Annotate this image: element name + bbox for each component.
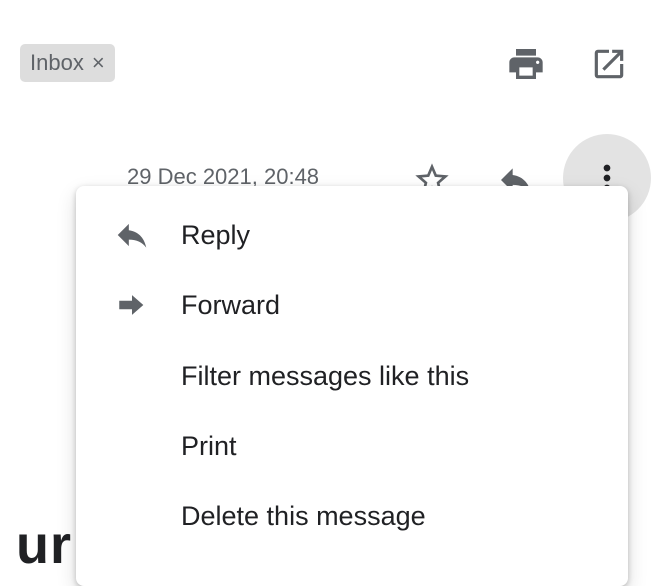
label-chip-inbox[interactable]: Inbox ×	[20, 44, 115, 82]
open-in-new-window-button[interactable]	[585, 40, 633, 88]
message-body-text: ur	[16, 515, 72, 575]
menu-item-label: Delete this message	[181, 500, 426, 531]
print-icon	[509, 49, 543, 79]
message-actions-menu: Reply Forward Filter messages like this …	[76, 186, 628, 586]
menu-item-label: Reply	[181, 219, 251, 250]
menu-item-label: Filter messages like this	[181, 360, 470, 391]
menu-item-reply[interactable]: Reply	[76, 200, 628, 270]
menu-item-forward[interactable]: Forward	[76, 270, 628, 340]
menu-item-print[interactable]: Print	[76, 411, 628, 481]
forward-icon	[112, 285, 152, 325]
print-all-button[interactable]	[502, 40, 550, 88]
open-in-new-window-icon	[594, 49, 624, 79]
label-chip-text: Inbox	[30, 50, 84, 75]
menu-item-label: Forward	[181, 289, 281, 320]
reply-icon	[112, 215, 152, 255]
menu-item-filter-messages[interactable]: Filter messages like this	[76, 341, 628, 411]
menu-item-label: Print	[181, 430, 237, 461]
menu-item-delete-message[interactable]: Delete this message	[76, 481, 628, 551]
remove-label-icon[interactable]: ×	[92, 50, 105, 76]
